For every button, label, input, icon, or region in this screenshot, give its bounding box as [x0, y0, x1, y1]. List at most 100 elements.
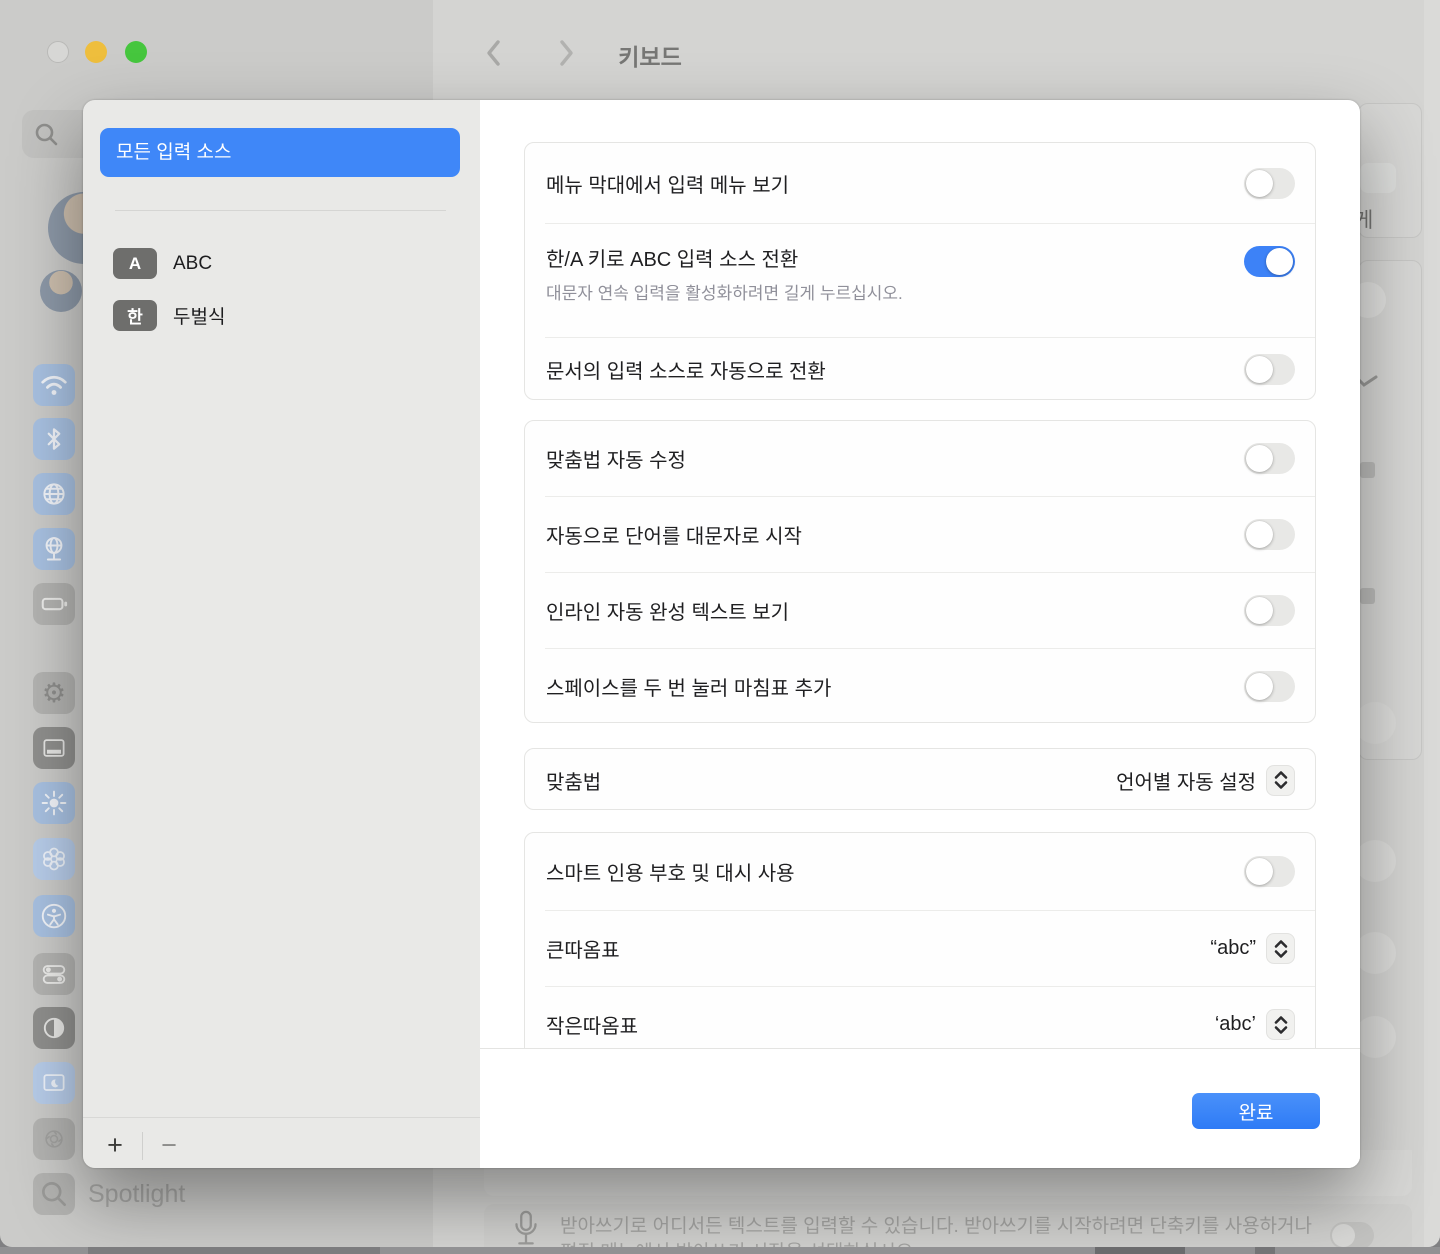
setting-label: 맞춤법 — [546, 766, 1116, 795]
setting-row: 맞춤법 언어별 자동 설정 — [525, 749, 1315, 811]
sidebar-item-menu-bar[interactable] — [33, 727, 75, 769]
autocorrect-toggle[interactable] — [1244, 443, 1295, 474]
sidebar-item-all-input-sources[interactable]: 모든 입력 소스 — [100, 128, 460, 177]
menu-bar-icon — [40, 734, 68, 762]
sidebar-item-dark-mode[interactable] — [33, 1007, 75, 1049]
gear-icon: ⚙ — [42, 680, 66, 707]
content-right-strip — [1424, 0, 1440, 1247]
globe-stand-icon — [40, 535, 68, 563]
abc-badge-icon: A — [113, 248, 157, 279]
bg-mark — [1360, 588, 1375, 604]
settings-group-input-menu: 메뉴 막대에서 입력 메뉴 보기 한/A 키로 ABC 입력 소스 전환 대문자… — [524, 142, 1316, 400]
sidebar-item-wifi[interactable] — [33, 364, 75, 406]
screen-moon-icon — [40, 1069, 68, 1097]
single-quote-select[interactable]: ‘abc’ — [1215, 1009, 1295, 1040]
setting-row: 문서의 입력 소스로 자동으로 전환 — [525, 338, 1315, 401]
flower-icon — [40, 845, 68, 873]
sidebar-item-vpn[interactable] — [33, 528, 75, 570]
input-source-label: 두벌식 — [173, 302, 225, 329]
window-minimize-button[interactable] — [85, 41, 107, 63]
battery-icon — [39, 589, 69, 619]
setting-row: 한/A 키로 ABC 입력 소스 전환 대문자 연속 입력을 활성화하려면 길게… — [525, 224, 1315, 337]
bg-card-partial-2 — [1358, 260, 1422, 760]
desktop-edge — [1255, 1247, 1275, 1254]
sidebar-item-battery[interactable] — [33, 583, 75, 625]
done-button[interactable]: 완료 — [1192, 1093, 1320, 1129]
bg-control-partial — [1360, 163, 1396, 193]
globe-icon — [40, 480, 68, 508]
setting-label: 스페이스를 두 번 눌러 마침표 추가 — [546, 672, 1244, 701]
search-icon — [34, 122, 59, 147]
caps-switch-toggle[interactable] — [1244, 246, 1295, 277]
divider — [115, 210, 446, 211]
inline-prediction-toggle[interactable] — [1244, 595, 1295, 626]
setting-sublabel: 대문자 연속 입력을 활성화하려면 길게 누르십시오. — [546, 279, 1244, 304]
setting-row: 큰따옴표 “abc” — [525, 911, 1315, 986]
smart-quotes-toggle[interactable] — [1244, 856, 1295, 887]
sidebar-item-accessibility[interactable] — [33, 895, 75, 937]
setting-row: 메뉴 막대에서 입력 메뉴 보기 — [525, 143, 1315, 223]
spotlight-search-icon — [40, 1180, 68, 1208]
setting-label: 메뉴 막대에서 입력 메뉴 보기 — [546, 169, 1244, 198]
setting-label: 맞춤법 자동 수정 — [546, 444, 1244, 473]
remove-input-source-button[interactable]: − — [153, 1128, 185, 1162]
spelling-select-value: 언어별 자동 설정 — [1116, 766, 1256, 795]
sidebar-item-touch-id[interactable] — [33, 1118, 75, 1160]
hangul-badge-icon: 한 — [113, 300, 157, 331]
stepper-icon[interactable] — [1266, 1009, 1295, 1040]
sidebar-item-lock-screen[interactable] — [33, 1062, 75, 1104]
sidebar-item-network[interactable] — [33, 473, 75, 515]
setting-row: 인라인 자동 완성 텍스트 보기 — [525, 573, 1315, 648]
input-source-item-abc[interactable]: A ABC — [113, 248, 212, 279]
sheet-footer: 완료 — [480, 1048, 1360, 1168]
window-close-button[interactable] — [47, 41, 69, 63]
accessibility-icon — [39, 901, 69, 931]
toggles-icon — [39, 959, 69, 989]
window-zoom-button[interactable] — [125, 41, 147, 63]
family-avatar[interactable] — [40, 270, 82, 312]
bg-mark — [1360, 462, 1375, 478]
add-input-source-button[interactable]: + — [99, 1128, 131, 1162]
screen: ⚙ — [0, 0, 1440, 1254]
sheet-sidebar: 모든 입력 소스 A ABC 한 두벌식 + − — [83, 100, 480, 1168]
stepper-icon[interactable] — [1266, 933, 1295, 964]
sheet-content: 메뉴 막대에서 입력 메뉴 보기 한/A 키로 ABC 입력 소스 전환 대문자… — [480, 100, 1360, 1168]
bg-toggle-partial — [1354, 702, 1396, 744]
setting-label: 인라인 자동 완성 텍스트 보기 — [546, 596, 1244, 625]
bg-toggle-partial — [1354, 840, 1396, 882]
sidebar-item-siri[interactable] — [33, 838, 75, 880]
auto-switch-toggle[interactable] — [1244, 354, 1295, 385]
desktop-edge — [1095, 1247, 1185, 1254]
stepper-icon[interactable] — [1266, 765, 1295, 796]
double-space-period-toggle[interactable] — [1244, 671, 1295, 702]
dictation-toggle[interactable] — [1330, 1222, 1374, 1247]
sidebar-item-spotlight[interactable] — [33, 1173, 75, 1215]
settings-group-spelling: 맞춤법 언어별 자동 설정 — [524, 748, 1316, 810]
setting-row: 스마트 인용 부호 및 대시 사용 — [525, 833, 1315, 910]
setting-row: 맞춤법 자동 수정 — [525, 421, 1315, 496]
sidebar-item-appearance[interactable] — [33, 782, 75, 824]
desktop-edge — [88, 1247, 380, 1254]
setting-label: 큰따옴표 — [546, 934, 1210, 963]
wifi-icon — [39, 370, 69, 400]
auto-capitalize-toggle[interactable] — [1244, 519, 1295, 550]
sidebar-item-general[interactable]: ⚙ — [33, 672, 75, 714]
input-source-item-hangul[interactable]: 한 두벌식 — [113, 300, 225, 331]
setting-label: 스마트 인용 부호 및 대시 사용 — [546, 857, 1244, 886]
bg-toggle-partial — [1354, 1016, 1396, 1058]
setting-label: 작은따옴표 — [546, 1010, 1215, 1039]
sidebar-item-control-center[interactable] — [33, 953, 75, 995]
bluetooth-icon — [40, 425, 68, 453]
input-sources-sheet: 모든 입력 소스 A ABC 한 두벌식 + − 메뉴 막대에서 입력 메뉴 보… — [83, 100, 1360, 1168]
sidebar-item-bluetooth[interactable] — [33, 418, 75, 460]
back-icon[interactable] — [482, 38, 506, 68]
microphone-icon — [512, 1210, 540, 1247]
spelling-select[interactable]: 언어별 자동 설정 — [1116, 765, 1295, 796]
sun-icon — [40, 789, 68, 817]
dictation-description: 받아쓰기로 어디서든 텍스트를 입력할 수 있습니다. 받아쓰기를 시작하려면 … — [560, 1214, 1350, 1247]
single-quote-value: ‘abc’ — [1215, 1013, 1256, 1036]
settings-group-typing: 맞춤법 자동 수정 자동으로 단어를 대문자로 시작 인라인 자동 완성 텍스트… — [524, 420, 1316, 723]
dictation-row: 받아쓰기로 어디서든 텍스트를 입력할 수 있습니다. 받아쓰기를 시작하려면 … — [484, 1204, 1412, 1247]
show-input-menu-toggle[interactable] — [1244, 168, 1295, 199]
double-quote-select[interactable]: “abc” — [1210, 933, 1295, 964]
